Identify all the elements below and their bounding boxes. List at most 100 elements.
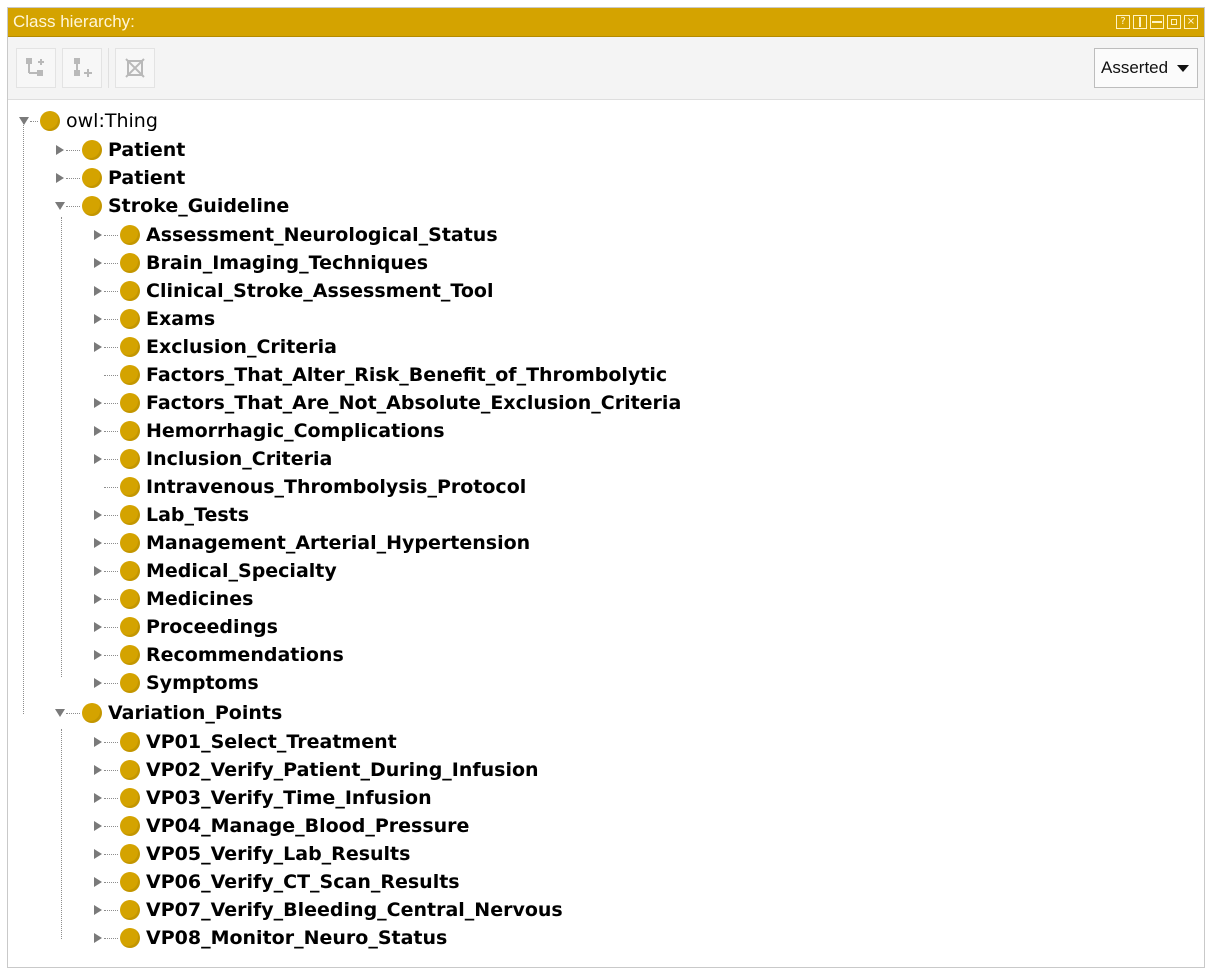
delete-class-icon bbox=[125, 58, 145, 78]
class-icon bbox=[120, 561, 140, 581]
class-icon bbox=[120, 732, 140, 752]
tree-connector bbox=[104, 909, 118, 911]
expand-toggle[interactable] bbox=[92, 792, 104, 804]
view-mode-dropdown[interactable]: Asserted bbox=[1094, 48, 1198, 88]
expand-toggle[interactable] bbox=[92, 904, 104, 916]
tree-node[interactable]: Assessment_Neurological_Status bbox=[92, 221, 498, 249]
class-icon bbox=[120, 505, 140, 525]
tree-node-patient-2[interactable]: Patient bbox=[54, 164, 185, 192]
tree-connector bbox=[104, 853, 118, 855]
collapsed-icon bbox=[56, 173, 64, 183]
class-icon bbox=[120, 872, 140, 892]
expand-toggle[interactable] bbox=[92, 229, 104, 241]
expand-toggle[interactable] bbox=[92, 257, 104, 269]
collapsed-icon bbox=[94, 510, 102, 520]
expand-toggle[interactable] bbox=[92, 453, 104, 465]
expand-toggle[interactable] bbox=[92, 313, 104, 325]
class-icon bbox=[120, 844, 140, 864]
tree-node[interactable]: VP04_Manage_Blood_Pressure bbox=[92, 812, 469, 840]
class-icon bbox=[120, 281, 140, 301]
tree-node[interactable]: Symptoms bbox=[92, 669, 259, 697]
class-icon bbox=[120, 760, 140, 780]
class-icon bbox=[120, 533, 140, 553]
expanded-icon bbox=[55, 709, 65, 717]
expand-toggle[interactable] bbox=[92, 565, 104, 577]
tree-node[interactable]: VP01_Select_Treatment bbox=[92, 728, 397, 756]
expand-toggle[interactable] bbox=[92, 341, 104, 353]
tree-node[interactable]: VP07_Verify_Bleeding_Central_Nervous bbox=[92, 896, 563, 924]
expand-toggle[interactable] bbox=[54, 707, 66, 719]
class-label: Factors_That_Alter_Risk_Benefit_of_Throm… bbox=[146, 364, 668, 386]
tree-node-stroke-guideline[interactable]: Stroke_Guideline bbox=[54, 192, 289, 220]
tree-node-variation-points[interactable]: Variation_Points bbox=[54, 699, 282, 727]
tree-node-leaf[interactable]: Factors_That_Alter_Risk_Benefit_of_Throm… bbox=[92, 361, 667, 389]
tree-node[interactable]: Medical_Specialty bbox=[92, 557, 337, 585]
tree-connector bbox=[30, 120, 38, 122]
tree-node[interactable]: VP05_Verify_Lab_Results bbox=[92, 840, 410, 868]
tree-node[interactable]: Inclusion_Criteria bbox=[92, 445, 332, 473]
delete-class-button[interactable] bbox=[115, 48, 155, 88]
tree-node[interactable]: Hemorrhagic_Complications bbox=[92, 417, 445, 445]
tree-node[interactable]: Recommendations bbox=[92, 641, 344, 669]
tree-node[interactable]: VP02_Verify_Patient_During_Infusion bbox=[92, 756, 539, 784]
tree-node[interactable]: Exams bbox=[92, 305, 215, 333]
tree-node[interactable]: VP08_Monitor_Neuro_Status bbox=[92, 924, 447, 952]
expand-toggle[interactable] bbox=[92, 848, 104, 860]
expand-toggle[interactable] bbox=[92, 593, 104, 605]
expand-toggle[interactable] bbox=[92, 677, 104, 689]
tree-connector bbox=[104, 741, 118, 743]
expand-toggle[interactable] bbox=[92, 425, 104, 437]
expand-toggle[interactable] bbox=[92, 649, 104, 661]
tree-connector bbox=[104, 290, 118, 292]
add-sibling-class-button[interactable] bbox=[62, 48, 102, 88]
class-label: Assessment_Neurological_Status bbox=[146, 224, 498, 246]
maximize-icon[interactable] bbox=[1167, 15, 1181, 29]
expand-toggle[interactable] bbox=[92, 820, 104, 832]
expand-toggle[interactable] bbox=[92, 537, 104, 549]
tree-node-patient-1[interactable]: Patient bbox=[54, 136, 185, 164]
tree-node[interactable]: Medicines bbox=[92, 585, 253, 613]
expand-toggle[interactable] bbox=[54, 172, 66, 184]
collapsed-icon bbox=[94, 650, 102, 660]
tree-node[interactable]: VP06_Verify_CT_Scan_Results bbox=[92, 868, 460, 896]
class-icon bbox=[120, 449, 140, 469]
expand-toggle[interactable] bbox=[92, 509, 104, 521]
class-label: Patient bbox=[108, 139, 186, 161]
tree-node[interactable]: Lab_Tests bbox=[92, 501, 249, 529]
expand-toggle[interactable] bbox=[54, 200, 66, 212]
tree-node[interactable]: Factors_That_Are_Not_Absolute_Exclusion_… bbox=[92, 389, 681, 417]
expand-toggle[interactable] bbox=[54, 144, 66, 156]
class-label: Factors_That_Are_Not_Absolute_Exclusion_… bbox=[146, 392, 682, 414]
tree-node[interactable]: Management_Arterial_Hypertension bbox=[92, 529, 530, 557]
add-subclass-button[interactable] bbox=[16, 48, 56, 88]
collapsed-icon bbox=[94, 286, 102, 296]
class-label: Intravenous_Thrombolysis_Protocol bbox=[146, 476, 527, 498]
tree-node[interactable]: Brain_Imaging_Techniques bbox=[92, 249, 428, 277]
leaf-spacer bbox=[92, 369, 104, 381]
help-icon[interactable]: ? bbox=[1116, 15, 1130, 29]
expand-toggle[interactable] bbox=[92, 285, 104, 297]
tree-node-leaf[interactable]: Intravenous_Thrombolysis_Protocol bbox=[92, 473, 526, 501]
tree-connector bbox=[104, 654, 118, 656]
collapsed-icon bbox=[94, 566, 102, 576]
expand-toggle[interactable] bbox=[92, 621, 104, 633]
split-vertical-icon[interactable] bbox=[1133, 15, 1147, 29]
close-icon[interactable]: × bbox=[1184, 15, 1198, 29]
class-icon bbox=[82, 168, 102, 188]
class-label: Variation_Points bbox=[108, 702, 283, 724]
expand-toggle[interactable] bbox=[18, 115, 30, 127]
expand-toggle[interactable] bbox=[92, 932, 104, 944]
tree-node[interactable]: VP03_Verify_Time_Infusion bbox=[92, 784, 432, 812]
class-label: Clinical_Stroke_Assessment_Tool bbox=[146, 280, 494, 302]
tree-node[interactable]: Proceedings bbox=[92, 613, 278, 641]
expand-toggle[interactable] bbox=[92, 764, 104, 776]
expand-toggle[interactable] bbox=[92, 736, 104, 748]
class-label: Symptoms bbox=[146, 672, 259, 694]
tree-connector bbox=[104, 881, 118, 883]
expand-toggle[interactable] bbox=[92, 397, 104, 409]
expand-toggle[interactable] bbox=[92, 876, 104, 888]
tree-node-root[interactable]: owl:Thing bbox=[18, 107, 158, 135]
tree-node[interactable]: Exclusion_Criteria bbox=[92, 333, 337, 361]
tree-node[interactable]: Clinical_Stroke_Assessment_Tool bbox=[92, 277, 493, 305]
split-horizontal-icon[interactable] bbox=[1150, 15, 1164, 29]
